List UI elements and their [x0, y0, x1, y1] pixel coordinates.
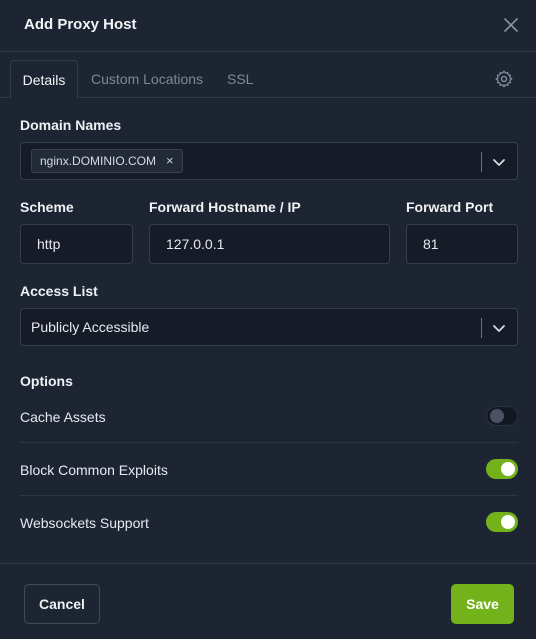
cancel-button[interactable]: Cancel: [24, 584, 100, 624]
dialog-footer: Cancel Save: [0, 563, 536, 639]
scheme-label: Scheme: [20, 199, 74, 215]
gear-icon[interactable]: [494, 69, 514, 89]
scheme-input[interactable]: http: [20, 224, 133, 264]
remove-tag-icon[interactable]: ×: [166, 150, 174, 172]
domain-names-label: Domain Names: [20, 117, 122, 133]
cache-assets-label: Cache Assets: [20, 409, 106, 425]
tab-custom-locations[interactable]: Custom Locations: [91, 60, 203, 98]
option-websockets: Websockets Support: [20, 496, 518, 549]
option-cache-assets: Cache Assets: [20, 390, 518, 443]
chevron-down-icon[interactable]: [491, 154, 507, 170]
forward-hostname-input[interactable]: 127.0.0.1: [149, 224, 390, 264]
block-exploits-label: Block Common Exploits: [20, 462, 168, 478]
chevron-down-icon[interactable]: [491, 320, 507, 336]
access-list-label: Access List: [20, 283, 98, 299]
forward-hostname-label: Forward Hostname / IP: [149, 199, 301, 215]
toggle-knob: [501, 462, 515, 476]
option-block-exploits: Block Common Exploits: [20, 443, 518, 496]
access-list-select[interactable]: Publicly Accessible: [20, 308, 518, 346]
tab-details[interactable]: Details: [10, 60, 78, 99]
dialog-title: Add Proxy Host: [24, 16, 137, 33]
domain-tag-text: nginx.DOMINIO.COM: [40, 154, 157, 168]
access-list-value: Publicly Accessible: [31, 319, 150, 335]
toggle-knob: [490, 409, 504, 423]
dialog-header: Add Proxy Host: [0, 0, 536, 52]
select-divider: [481, 318, 482, 338]
select-divider: [481, 152, 482, 172]
tab-bar: Details Custom Locations SSL: [0, 52, 536, 99]
cache-assets-toggle[interactable]: [486, 406, 518, 426]
websockets-label: Websockets Support: [20, 515, 149, 531]
tab-ssl[interactable]: SSL: [227, 60, 253, 98]
save-button[interactable]: Save: [451, 584, 514, 624]
domain-names-select[interactable]: nginx.DOMINIO.COM ×: [20, 142, 518, 180]
block-exploits-toggle[interactable]: [486, 459, 518, 479]
close-icon[interactable]: [500, 14, 522, 36]
options-label: Options: [20, 373, 73, 389]
forward-port-label: Forward Port: [406, 199, 494, 215]
websockets-toggle[interactable]: [486, 512, 518, 532]
domain-tag: nginx.DOMINIO.COM ×: [31, 149, 183, 173]
toggle-knob: [501, 515, 515, 529]
forward-port-input[interactable]: 81: [406, 224, 518, 264]
